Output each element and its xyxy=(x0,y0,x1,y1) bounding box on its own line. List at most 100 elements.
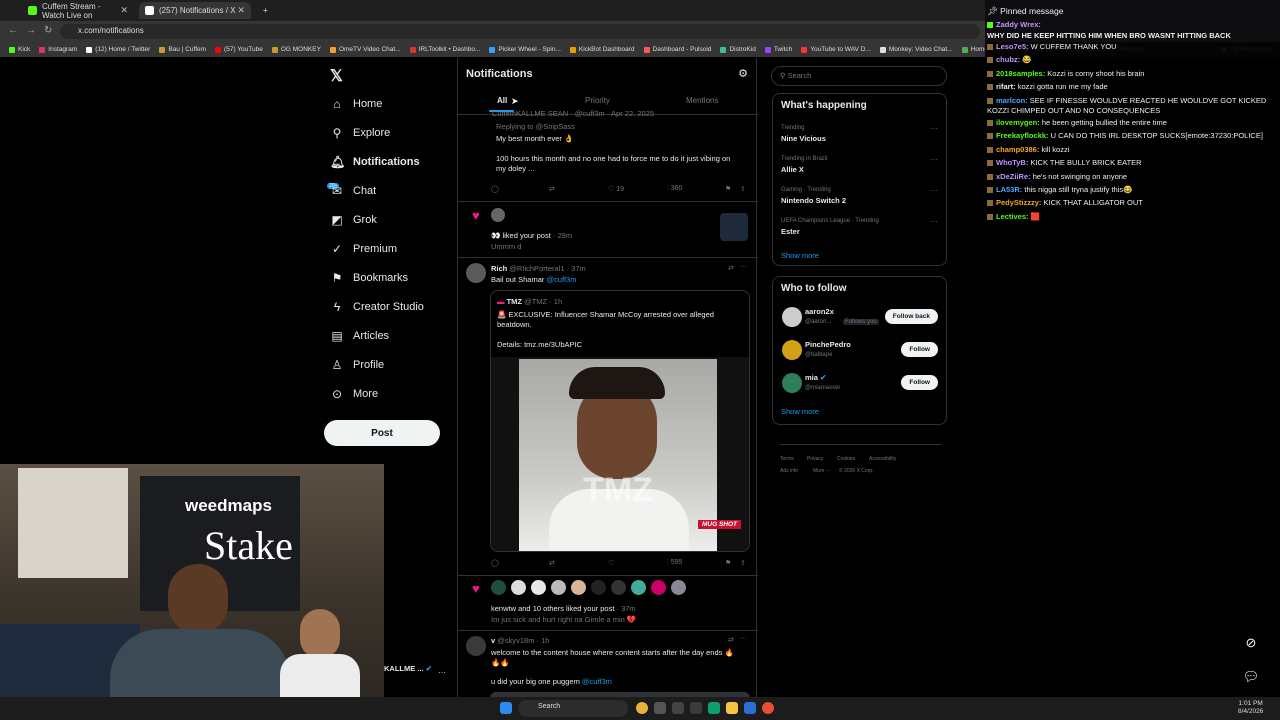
nav-grok[interactable]: ◩ Grok xyxy=(330,210,377,230)
chat-username[interactable]: WhoTyB: xyxy=(996,158,1028,167)
chat-username[interactable]: champ0386: xyxy=(996,145,1039,154)
chat-username[interactable]: Zaddy Wrex: xyxy=(996,20,1041,29)
bookmark-item[interactable]: DistroKid xyxy=(720,46,756,53)
bookmark-item[interactable]: YouTube to WAV D... xyxy=(801,46,871,53)
chat-username[interactable]: Leso7e5: xyxy=(996,42,1029,51)
quote-card[interactable]: ▬ TMZ @TMZ · 1h 🚨 EXCLUSIVE: Influencer … xyxy=(490,290,750,552)
back-icon[interactable]: ← xyxy=(8,25,18,36)
nav-chat[interactable]: ✉ Chat xyxy=(330,181,376,201)
bookmark-item[interactable]: (57) YouTube xyxy=(215,46,263,53)
repost-icon[interactable]: ⇄ xyxy=(549,185,555,193)
nav-articles[interactable]: ▤ Articles xyxy=(330,326,389,346)
avatar[interactable] xyxy=(491,208,505,222)
replying-to[interactable]: Replying to @SnipSass xyxy=(496,122,575,131)
chrome-icon[interactable] xyxy=(636,702,648,714)
chat-username[interactable]: Freekayflockk: xyxy=(996,131,1049,140)
chat-username[interactable]: LA53R: xyxy=(996,185,1022,194)
folder-icon[interactable] xyxy=(726,702,738,714)
more-icon[interactable]: ··· xyxy=(930,186,938,195)
follow-name-text[interactable]: mia xyxy=(805,373,818,382)
chrome-icon[interactable] xyxy=(762,702,774,714)
trend-item[interactable]: Nintendo Switch 2 xyxy=(781,196,846,205)
app-icon[interactable] xyxy=(690,702,702,714)
system-clock[interactable]: 1:01 PM 8/4/2026 xyxy=(1238,700,1263,716)
avatar[interactable] xyxy=(491,580,506,595)
chat-username[interactable]: 2018samples: xyxy=(996,69,1045,78)
show-more-link[interactable]: Show more xyxy=(781,407,819,416)
bookmark-item[interactable]: Kick xyxy=(9,46,30,53)
footer-cookies[interactable]: Cookies xyxy=(837,456,855,462)
nav-creator-studio[interactable]: ϟ Creator Studio xyxy=(330,297,424,317)
pinned-message[interactable]: 📌︎ Pinned message Zaddy Wrex: WHY DID HE… xyxy=(985,0,1280,42)
nav-home[interactable]: ⌂ Home xyxy=(330,94,382,114)
share-icon[interactable]: ⇪ xyxy=(740,559,746,567)
like-icon[interactable]: ♡ 19 xyxy=(608,185,624,193)
avatar[interactable] xyxy=(571,580,586,595)
avatar[interactable] xyxy=(782,340,802,360)
bookmark-item[interactable]: OG MONKEY xyxy=(271,46,321,53)
trend-item[interactable]: Nine Vicious xyxy=(781,134,826,143)
avatar[interactable] xyxy=(591,580,606,595)
avatar[interactable] xyxy=(551,580,566,595)
share-icon[interactable]: ⇪ xyxy=(740,185,746,193)
close-icon[interactable]: ✕ xyxy=(237,5,245,16)
chat-username[interactable]: marlcon: xyxy=(996,96,1028,105)
avatar[interactable] xyxy=(531,580,546,595)
mugshot-image[interactable]: TMZ MUG SHOT xyxy=(491,357,749,551)
nav-more[interactable]: ⊙ More xyxy=(330,384,378,404)
account-more-icon[interactable]: ··· xyxy=(438,668,446,677)
follow-back-button[interactable]: Follow back xyxy=(884,309,938,324)
chat-username[interactable]: xDeZiiRe: xyxy=(996,172,1031,181)
like-icon[interactable]: ♡ xyxy=(608,559,614,567)
quote-link[interactable]: Details: tmz.me/3UbAPIC xyxy=(497,340,582,349)
post-button[interactable]: Post xyxy=(324,420,440,446)
chat-username[interactable]: PedyStizzzy: xyxy=(996,198,1041,207)
footer-terms[interactable]: Terms xyxy=(780,456,794,462)
bookmark-item[interactable]: Twitch xyxy=(764,46,792,53)
search-input[interactable]: ⚲ Search xyxy=(771,66,947,86)
taskbar-search[interactable]: Search xyxy=(518,700,628,717)
follow-button[interactable]: Follow xyxy=(901,342,938,357)
reply-icon[interactable]: ◯ xyxy=(491,185,499,193)
bookmark-item[interactable]: IRLToolkit • Dashbo... xyxy=(409,46,480,53)
bookmark-icon[interactable]: ⚑ xyxy=(725,185,731,193)
x-logo[interactable]: 𝕏 xyxy=(330,66,343,86)
mention-link[interactable]: @cuff3m xyxy=(582,677,612,686)
gear-icon[interactable]: ⚙ xyxy=(738,67,748,80)
more-icon[interactable]: ··· xyxy=(740,635,747,642)
avatar[interactable] xyxy=(466,263,486,283)
bookmark-icon[interactable]: ⚑ xyxy=(725,559,731,567)
tab-mentions[interactable]: Mentions xyxy=(686,96,718,105)
browser-tab-kick[interactable]: Cuffem Stream - Watch Live on ✕ xyxy=(22,2,134,20)
author-name[interactable]: v xyxy=(491,636,495,645)
chat-username[interactable]: ilovemygen: xyxy=(996,118,1040,127)
follow-button[interactable]: Follow xyxy=(901,375,938,390)
reply-icon[interactable]: ◯ xyxy=(491,559,499,567)
follow-name[interactable]: aaron2x xyxy=(805,307,834,316)
bookmark-item[interactable]: (12) Home / Twitter xyxy=(86,46,150,53)
repost-icon[interactable]: ⇄ xyxy=(549,559,555,567)
trend-item[interactable]: Ester xyxy=(781,227,800,236)
nav-premium[interactable]: ✓ Premium xyxy=(330,239,397,259)
app-icon[interactable] xyxy=(744,702,756,714)
more-icon[interactable]: ··· xyxy=(930,217,938,226)
close-icon[interactable]: ✕ xyxy=(120,5,128,16)
avatar[interactable] xyxy=(631,580,646,595)
views-icon[interactable]: ⫶ 595 xyxy=(667,559,682,567)
chat-username[interactable]: Lectives: xyxy=(996,212,1029,221)
browser-tab-x[interactable]: (257) Notifications / X ✕ xyxy=(139,2,251,19)
tab-priority[interactable]: Priority xyxy=(585,96,610,105)
nav-explore[interactable]: ⚲ Explore xyxy=(330,123,391,143)
avatar[interactable] xyxy=(651,580,666,595)
post-thumbnail[interactable] xyxy=(720,213,748,241)
app-icon[interactable] xyxy=(672,702,684,714)
avatar[interactable] xyxy=(671,580,686,595)
bookmark-item[interactable]: KickBot Dashboard xyxy=(569,46,635,53)
footer-ads[interactable]: Ads info xyxy=(780,468,798,474)
nav-notifications[interactable]: 🔔︎ Notifications xyxy=(330,152,420,172)
avatar[interactable] xyxy=(511,580,526,595)
footer-accessibility[interactable]: Accessibility xyxy=(869,456,896,462)
footer-more[interactable]: More ··· xyxy=(813,468,831,474)
bookmark-item[interactable]: Monkey: Video Chat... xyxy=(879,46,953,53)
show-more-link[interactable]: Show more xyxy=(781,251,819,260)
